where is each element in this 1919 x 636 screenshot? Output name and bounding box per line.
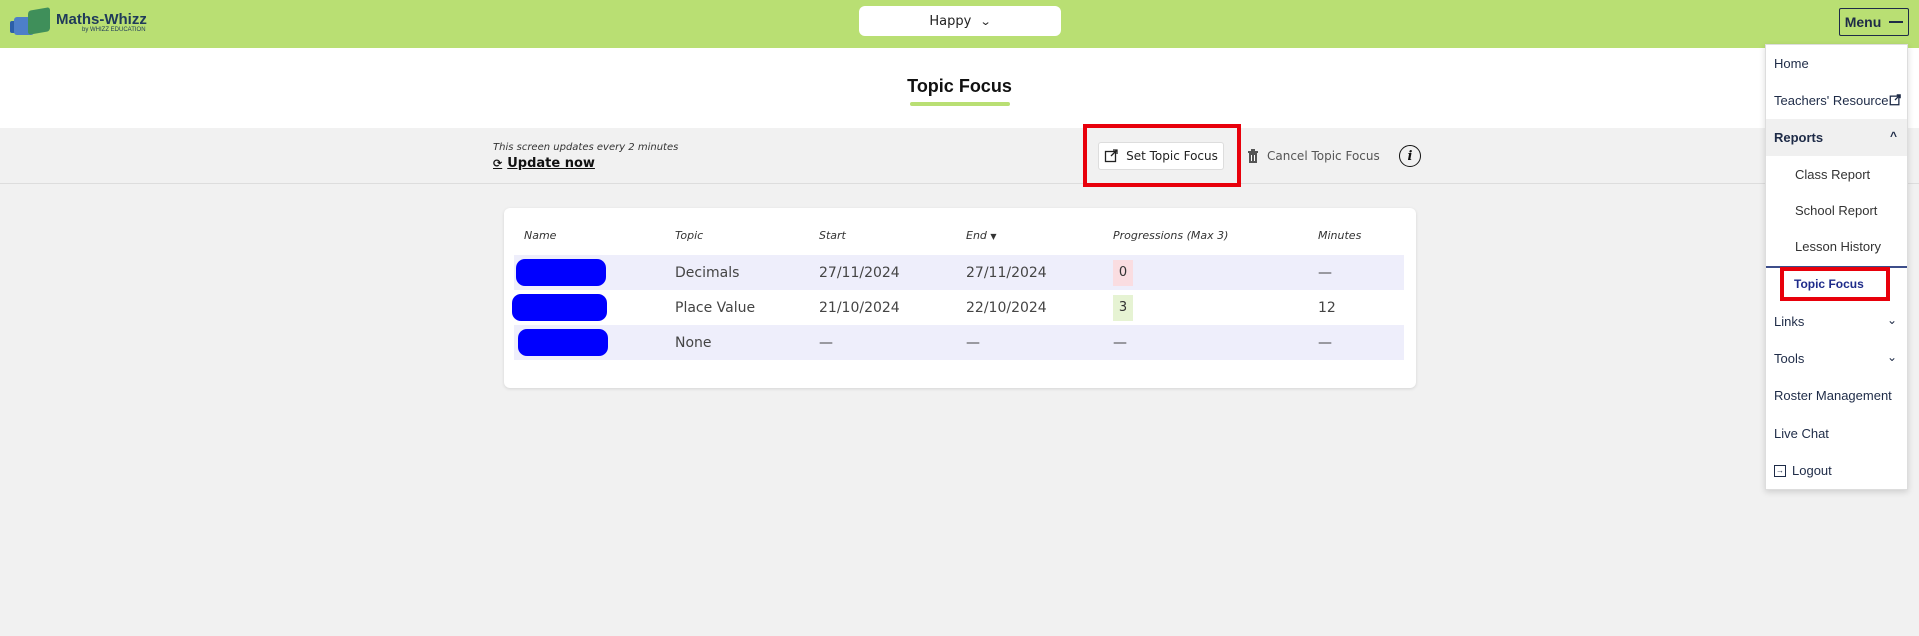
maths-whizz-logo[interactable]: Maths-Whizz by WHIZZ EDUCATION [10, 6, 147, 38]
progressions-badge: 3 [1113, 294, 1133, 321]
cell-topic: None [675, 334, 712, 351]
cell-end: 22/10/2024 [966, 299, 1047, 316]
cell-end: 27/11/2024 [966, 264, 1047, 281]
menu-button[interactable]: Menu [1839, 8, 1909, 36]
table-row[interactable]: Place Value 21/10/2024 22/10/2024 3 12 [512, 290, 1404, 325]
page-title: Topic Focus [907, 76, 1012, 96]
update-now-link[interactable]: ⟳ Update now [493, 156, 595, 171]
cell-topic: Decimals [675, 264, 740, 281]
logo-title: Maths-Whizz [56, 10, 147, 28]
menu-item-label: Links [1774, 314, 1805, 329]
menu-item-label: Logout [1792, 463, 1832, 478]
chevron-up-icon: ^ [1889, 129, 1897, 143]
redacted-name [516, 259, 606, 286]
logout-icon: → [1774, 464, 1786, 477]
redacted-name [512, 294, 607, 321]
chevron-down-icon: ⌄ [1886, 313, 1897, 327]
class-selector-value: Happy [929, 13, 972, 29]
topic-focus-table: Name Topic Start End ▼ Progressions (Max… [504, 208, 1416, 388]
menu-item-label: Teachers' Resource [1774, 93, 1889, 108]
cell-start: 21/10/2024 [819, 299, 900, 316]
menu-item-school-report[interactable]: School Report [1766, 192, 1907, 229]
title-underline [910, 102, 1010, 106]
cell-start: — [819, 334, 833, 351]
update-now-label: Update now [507, 156, 595, 171]
top-bar: Maths-Whizz by WHIZZ EDUCATION Happy ⌄ M… [0, 0, 1919, 48]
menu-item-home[interactable]: Home [1766, 45, 1907, 82]
cell-end: — [966, 334, 980, 351]
table-row[interactable]: Decimals 27/11/2024 27/11/2024 0 — [514, 255, 1404, 290]
menu-item-lesson-history[interactable]: Lesson History [1766, 228, 1907, 265]
menu-item-reports[interactable]: Reports ^ [1766, 119, 1907, 156]
logo-cubes-icon [10, 7, 54, 37]
logo-subtitle: by WHIZZ EDUCATION [82, 26, 146, 33]
header-topic: Topic [675, 229, 704, 242]
menu-item-roster-management[interactable]: Roster Management [1766, 377, 1907, 414]
header-minutes: Minutes [1318, 229, 1362, 242]
sort-desc-icon: ▼ [990, 232, 997, 241]
title-band: Topic Focus [0, 48, 1919, 128]
cell-minutes: — [1318, 264, 1332, 281]
redacted-name [518, 329, 608, 356]
menu-item-live-chat[interactable]: Live Chat [1766, 415, 1907, 452]
menu-label: Menu [1844, 14, 1882, 30]
cell-minutes: 12 [1318, 299, 1336, 316]
menu-item-label: Reports [1774, 130, 1824, 145]
chevron-down-icon: ⌄ [1886, 350, 1897, 364]
menu-item-label: Tools [1774, 351, 1805, 366]
external-link-icon [1889, 94, 1901, 106]
cancel-topic-focus-button[interactable]: Cancel Topic Focus [1247, 144, 1380, 168]
info-icon[interactable]: i [1399, 145, 1421, 167]
refresh-icon: ⟳ [493, 157, 503, 170]
menu-item-teachers-resource[interactable]: Teachers' Resource [1766, 82, 1907, 119]
header-name: Name [524, 229, 557, 242]
header-end[interactable]: End ▼ [966, 229, 997, 242]
header-progressions: Progressions (Max 3) [1113, 229, 1229, 242]
cell-start: 27/11/2024 [819, 264, 900, 281]
progressions-badge: 0 [1113, 259, 1133, 286]
highlight-topic-focus-menu [1780, 267, 1890, 301]
menu-item-class-report[interactable]: Class Report [1766, 156, 1907, 193]
update-note: This screen updates every 2 minutes [493, 142, 679, 153]
trash-icon [1248, 149, 1258, 163]
highlight-set-topic-focus [1083, 124, 1241, 187]
menu-dash-icon [1889, 21, 1904, 23]
class-selector[interactable]: Happy ⌄ [859, 6, 1061, 36]
cell-minutes: — [1318, 334, 1332, 351]
table-row[interactable]: None — — — — [514, 325, 1404, 360]
chevron-down-icon: ⌄ [979, 14, 992, 28]
toolbar: This screen updates every 2 minutes ⟳ Up… [0, 128, 1919, 184]
menu-item-links[interactable]: Links ⌄ [1766, 303, 1907, 340]
cell-topic: Place Value [675, 299, 756, 316]
cell-progressions: — [1113, 334, 1127, 351]
header-start: Start [819, 229, 846, 242]
cancel-topic-focus-label: Cancel Topic Focus [1267, 149, 1380, 163]
menu-item-logout[interactable]: → Logout [1766, 452, 1907, 489]
menu-item-tools[interactable]: Tools ⌄ [1766, 340, 1907, 377]
